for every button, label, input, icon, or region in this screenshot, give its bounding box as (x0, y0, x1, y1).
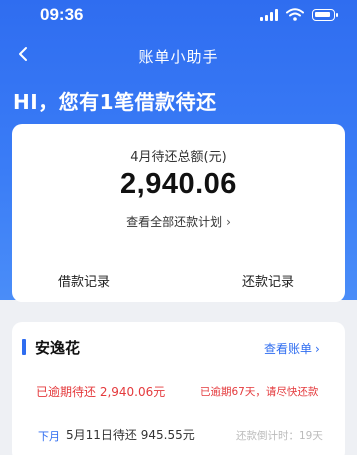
greeting-text: HI，您有1笔借款待还 (13, 90, 217, 114)
next-month-tag: 下月 (38, 430, 60, 443)
summary-label: 4月待还总额(元) (130, 150, 227, 165)
view-bill-link[interactable]: 查看账单 › (264, 340, 320, 357)
nav-bar: 账单小助手 (0, 38, 357, 72)
wifi-icon (286, 8, 304, 21)
chevron-right-icon: › (315, 342, 320, 356)
battery-icon (312, 8, 338, 21)
loan-product-name: 安逸花 (35, 339, 81, 357)
chevron-right-icon: › (226, 215, 231, 229)
repay-records-button[interactable]: 还款记录 (242, 271, 294, 290)
next-payment-text: 5月11日待还 945.55元 (66, 428, 195, 442)
view-repayment-plan-link[interactable]: 查看全部还款计划 › (12, 213, 345, 230)
view-bill-label: 查看账单 (264, 342, 313, 356)
page-title: 账单小助手 (138, 48, 219, 66)
overdue-amount-text: 已逾期待还 2,940.06元 (36, 385, 166, 399)
summary-amount: 2,940.06 (120, 168, 237, 200)
view-plan-label: 查看全部还款计划 (126, 215, 223, 229)
overdue-tip: 已逾期67天，请尽快还款 (200, 386, 319, 398)
signal-icon (260, 8, 278, 21)
status-bar: 09:36 (0, 0, 357, 34)
borrow-records-button[interactable]: 借款记录 (58, 271, 110, 290)
status-icons (260, 8, 338, 21)
status-time: 09:36 (40, 5, 84, 24)
summary-card: 4月待还总额(元) 2,940.06 查看全部还款计划 › 借款记录 还款记录 (12, 124, 345, 302)
repayment-countdown: 还款倒计时：19天 (236, 430, 323, 442)
section-accent-bar (22, 339, 26, 355)
